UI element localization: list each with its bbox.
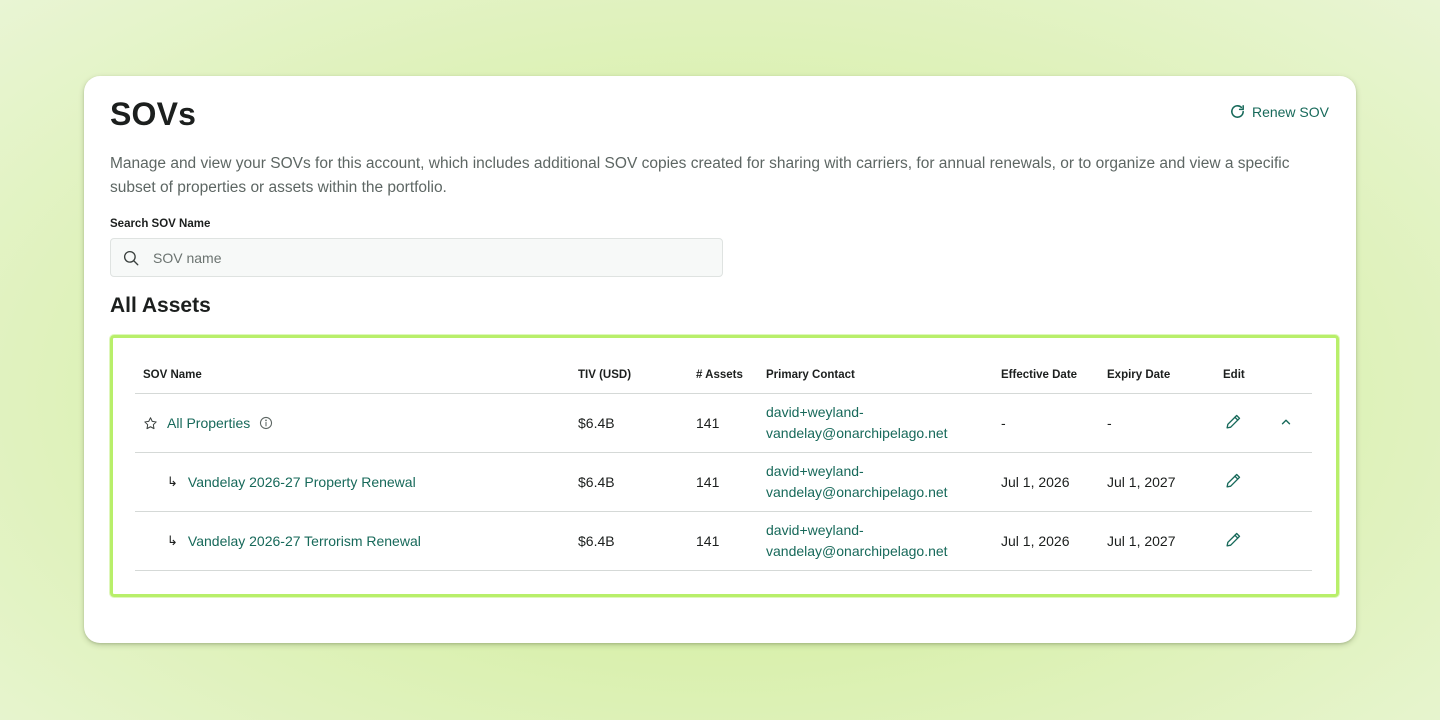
contact-line1[interactable]: david+weyland-: [766, 520, 993, 541]
primary-contact-cell[interactable]: david+weyland- vandelay@onarchipelago.ne…: [758, 393, 993, 453]
renew-sov-button[interactable]: Renew SOV: [1229, 103, 1329, 120]
contact-line2[interactable]: vandelay@onarchipelago.net: [766, 541, 993, 562]
primary-contact-cell[interactable]: david+weyland- vandelay@onarchipelago.ne…: [758, 511, 993, 571]
header-expiry-date: Expiry Date: [1099, 356, 1215, 394]
header-tiv: TIV (USD): [570, 356, 688, 394]
expiry-date-cell: Jul 1, 2027: [1099, 511, 1215, 571]
sov-table: SOV Name TIV (USD) # Assets Primary Cont…: [135, 356, 1312, 571]
primary-contact-cell[interactable]: david+weyland- vandelay@onarchipelago.ne…: [758, 452, 993, 512]
info-icon[interactable]: [259, 416, 273, 430]
expand-cell: [1271, 511, 1312, 571]
search-input[interactable]: [151, 248, 695, 267]
effective-date-cell: -: [993, 393, 1099, 453]
pencil-icon[interactable]: [1225, 472, 1242, 489]
pencil-icon[interactable]: [1225, 413, 1242, 430]
chevron-up-icon[interactable]: [1279, 415, 1293, 429]
header-assets: # Assets: [688, 356, 758, 394]
search-box: [110, 238, 723, 277]
header-edit: Edit: [1215, 356, 1271, 394]
sov-name-cell: ↳ Vandelay 2026-27 Property Renewal: [135, 452, 570, 512]
table-row: All Properties $6.4B 141 david+weyland- …: [135, 393, 1312, 453]
search-label: Search SOV Name: [110, 218, 211, 230]
tiv-cell: $6.4B: [570, 393, 688, 453]
child-arrow-icon: ↳: [167, 474, 178, 489]
star-icon[interactable]: [143, 416, 158, 431]
table-row: ↳ Vandelay 2026-27 Terrorism Renewal $6.…: [135, 511, 1312, 571]
page-description: Manage and view your SOVs for this accou…: [110, 155, 1290, 196]
tiv-cell: $6.4B: [570, 511, 688, 571]
sov-name-link[interactable]: Vandelay 2026-27 Property Renewal: [188, 474, 416, 490]
search-icon: [123, 250, 139, 265]
contact-line1[interactable]: david+weyland-: [766, 402, 993, 423]
expiry-date-cell: -: [1099, 393, 1215, 453]
effective-date-cell: Jul 1, 2026: [993, 452, 1099, 512]
tiv-cell: $6.4B: [570, 452, 688, 512]
expiry-date-cell: Jul 1, 2027: [1099, 452, 1215, 512]
renew-sov-label: Renew SOV: [1251, 103, 1329, 120]
assets-cell: 141: [688, 393, 758, 453]
contact-line2[interactable]: vandelay@onarchipelago.net: [766, 423, 993, 444]
expand-cell: [1271, 452, 1312, 512]
edit-cell: [1215, 393, 1271, 453]
assets-cell: 141: [688, 452, 758, 512]
table-row: ↳ Vandelay 2026-27 Property Renewal $6.4…: [135, 452, 1312, 512]
header-sov-name: SOV Name: [135, 356, 570, 394]
background-frame: SOVs Renew SOV Manage and view your SOVs…: [0, 0, 1440, 720]
expand-cell: [1271, 393, 1312, 453]
edit-cell: [1215, 511, 1271, 571]
sov-name-cell: All Properties: [135, 393, 570, 453]
edit-cell: [1215, 452, 1271, 512]
contact-line2[interactable]: vandelay@onarchipelago.net: [766, 482, 993, 503]
header-expand: [1271, 356, 1312, 394]
effective-date-cell: Jul 1, 2026: [993, 511, 1099, 571]
assets-cell: 141: [688, 511, 758, 571]
table-header-row: SOV Name TIV (USD) # Assets Primary Cont…: [135, 356, 1312, 394]
section-title: All Assets: [110, 294, 211, 317]
contact-line1[interactable]: david+weyland-: [766, 461, 993, 482]
sov-table-container: SOV Name TIV (USD) # Assets Primary Cont…: [110, 335, 1339, 597]
sov-name-link[interactable]: Vandelay 2026-27 Terrorism Renewal: [188, 533, 421, 549]
pencil-icon[interactable]: [1225, 531, 1242, 548]
child-arrow-icon: ↳: [167, 533, 178, 548]
header-effective-date: Effective Date: [993, 356, 1099, 394]
refresh-icon: [1231, 105, 1244, 118]
sov-name-cell: ↳ Vandelay 2026-27 Terrorism Renewal: [135, 511, 570, 571]
page-title: SOVs: [110, 96, 197, 132]
header-primary-contact: Primary Contact: [758, 356, 993, 394]
sov-name-link[interactable]: All Properties: [167, 415, 250, 431]
sovs-card: SOVs Renew SOV Manage and view your SOVs…: [84, 76, 1356, 643]
